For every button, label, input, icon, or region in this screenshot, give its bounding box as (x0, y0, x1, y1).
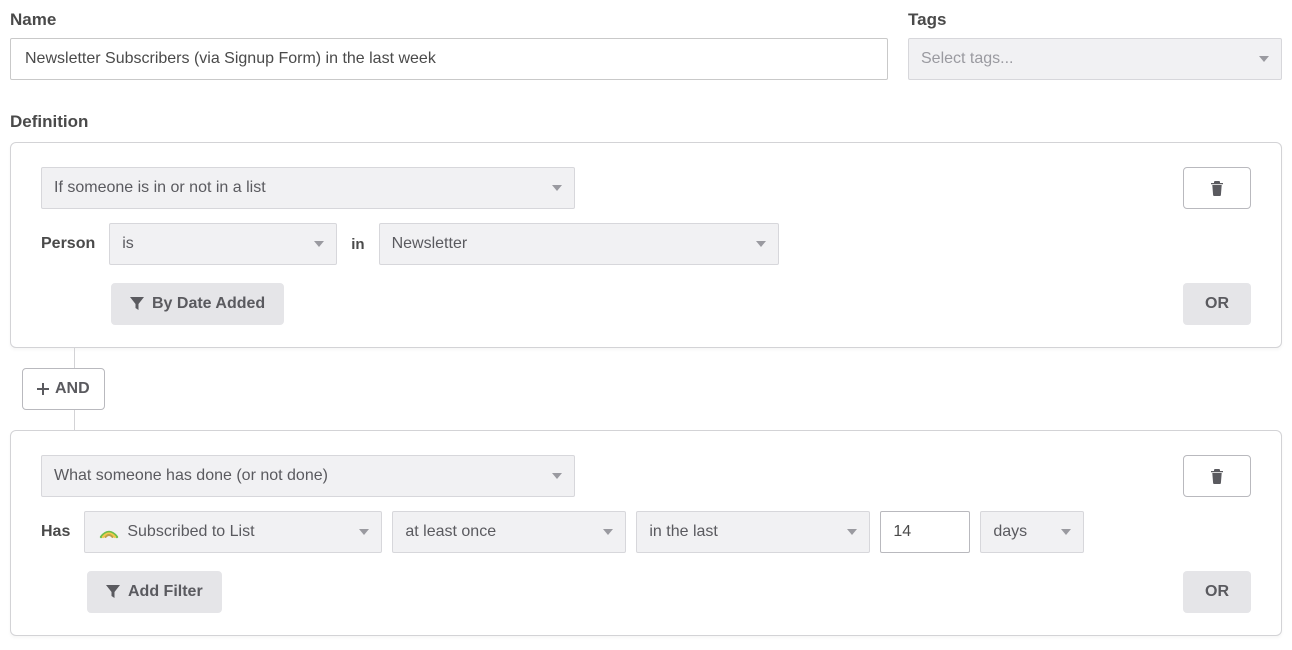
tags-label: Tags (908, 10, 1282, 30)
add-filter-button[interactable]: Add Filter (87, 571, 222, 613)
chevron-down-icon (552, 185, 562, 191)
condition-card-2: What someone has done (or not done) Has … (10, 430, 1282, 636)
timeframe-select[interactable]: in the last (636, 511, 870, 553)
chevron-down-icon (1259, 56, 1269, 62)
tags-field-wrapper: Tags Select tags... (908, 10, 1282, 80)
person-label: Person (41, 235, 95, 253)
operator-value: is (122, 235, 134, 253)
name-label: Name (10, 10, 888, 30)
event-select[interactable]: Subscribed to List (84, 511, 382, 553)
operator-select[interactable]: is (109, 223, 337, 265)
condition-card-1: If someone is in or not in a list Person… (10, 142, 1282, 348)
definition-label: Definition (10, 112, 1282, 132)
or-button-2[interactable]: OR (1183, 571, 1251, 613)
condition-type-select-1[interactable]: If someone is in or not in a list (41, 167, 575, 209)
by-date-added-button[interactable]: By Date Added (111, 283, 284, 325)
tags-placeholder: Select tags... (921, 50, 1014, 68)
chevron-down-icon (1061, 529, 1071, 535)
chevron-down-icon (603, 529, 613, 535)
chevron-down-icon (847, 529, 857, 535)
timeframe-unit-select[interactable]: days (980, 511, 1084, 553)
condition-type-label-2: What someone has done (or not done) (54, 467, 328, 485)
list-value: Newsletter (392, 235, 468, 253)
add-filter-label: Add Filter (128, 583, 203, 601)
klaviyo-icon (97, 520, 121, 544)
timeframe-value: in the last (649, 523, 717, 541)
condition-type-select-2[interactable]: What someone has done (or not done) (41, 455, 575, 497)
timeframe-unit-value: days (993, 523, 1027, 541)
condition-connector: AND (60, 348, 1282, 430)
chevron-down-icon (359, 529, 369, 535)
trash-icon (1210, 180, 1224, 196)
chevron-down-icon (756, 241, 766, 247)
delete-condition-button-2[interactable] (1183, 455, 1251, 497)
timeframe-count-input[interactable] (880, 511, 970, 553)
in-label: in (351, 236, 364, 253)
trash-icon (1210, 468, 1224, 484)
filter-icon (130, 297, 144, 311)
name-field-wrapper: Name (10, 10, 888, 80)
filter-icon (106, 585, 120, 599)
delete-condition-button-1[interactable] (1183, 167, 1251, 209)
or-button-1[interactable]: OR (1183, 283, 1251, 325)
frequency-value: at least once (405, 523, 496, 541)
list-select[interactable]: Newsletter (379, 223, 779, 265)
and-label: AND (55, 380, 90, 398)
plus-icon (37, 383, 49, 395)
frequency-select[interactable]: at least once (392, 511, 626, 553)
and-button[interactable]: AND (22, 368, 105, 410)
name-input[interactable] (10, 38, 888, 80)
by-date-added-label: By Date Added (152, 295, 265, 313)
tags-select[interactable]: Select tags... (908, 38, 1282, 80)
header-row: Name Tags Select tags... (10, 10, 1282, 80)
chevron-down-icon (314, 241, 324, 247)
has-label: Has (41, 523, 70, 541)
event-value: Subscribed to List (127, 523, 359, 541)
chevron-down-icon (552, 473, 562, 479)
condition-type-label: If someone is in or not in a list (54, 179, 266, 197)
